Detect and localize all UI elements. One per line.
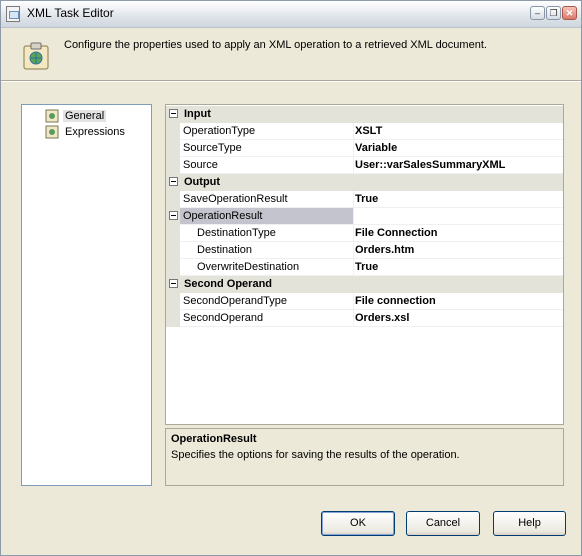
row-gutter bbox=[166, 310, 180, 327]
title-bar[interactable]: XML Task Editor – ❐ ✕ bbox=[1, 1, 581, 28]
row-gutter bbox=[166, 293, 180, 310]
row-gutter bbox=[166, 259, 180, 276]
property-name-cell: SourceType bbox=[180, 140, 354, 156]
property-name: Destination bbox=[197, 244, 253, 256]
property-name: SecondOperand bbox=[183, 312, 264, 324]
collapse-icon[interactable] bbox=[169, 109, 178, 118]
header-separator bbox=[1, 80, 581, 82]
cancel-button[interactable]: Cancel bbox=[406, 511, 480, 536]
property-name-cell: DestinationType bbox=[180, 225, 354, 241]
property-name: SourceType bbox=[183, 142, 242, 154]
xml-task-icon bbox=[23, 42, 49, 70]
property-name: SaveOperationResult bbox=[183, 193, 288, 205]
row-gutter bbox=[166, 191, 180, 208]
maximize-button[interactable]: ❐ bbox=[546, 6, 561, 20]
category-second-operand[interactable]: Second Operand bbox=[166, 276, 563, 293]
property-row-operation-type[interactable]: OperationType XSLT bbox=[166, 123, 563, 140]
property-value[interactable]: File Connection bbox=[355, 227, 438, 239]
ok-button[interactable]: OK bbox=[321, 511, 395, 536]
property-row-second-operand[interactable]: SecondOperand Orders.xsl bbox=[166, 310, 563, 327]
collapse-icon[interactable] bbox=[169, 211, 178, 220]
property-value[interactable]: True bbox=[355, 261, 378, 273]
property-name-cell: OperationType bbox=[180, 123, 354, 139]
category-label: Second Operand bbox=[184, 278, 273, 290]
property-name: OverwriteDestination bbox=[197, 261, 300, 273]
property-grid[interactable]: Input OperationType XSLT SourceType Vari… bbox=[165, 104, 564, 425]
row-gutter bbox=[166, 157, 180, 174]
property-help-panel: OperationResult Specifies the options fo… bbox=[165, 428, 564, 486]
row-gutter bbox=[166, 140, 180, 157]
row-gutter bbox=[166, 242, 180, 259]
row-gutter bbox=[166, 208, 180, 225]
app-icon bbox=[6, 6, 20, 22]
category-input[interactable]: Input bbox=[166, 106, 563, 123]
category-output[interactable]: Output bbox=[166, 174, 563, 191]
property-name: OperationType bbox=[183, 125, 256, 137]
help-title: OperationResult bbox=[171, 433, 257, 445]
property-name: SecondOperandType bbox=[183, 295, 287, 307]
property-row-second-operand-type[interactable]: SecondOperandType File connection bbox=[166, 293, 563, 310]
category-label: Input bbox=[184, 108, 211, 120]
property-value[interactable]: True bbox=[355, 193, 378, 205]
description-text: Configure the properties used to apply a… bbox=[64, 39, 487, 51]
property-name-cell: OverwriteDestination bbox=[180, 259, 354, 275]
row-gutter bbox=[166, 225, 180, 242]
property-value[interactable]: XSLT bbox=[355, 125, 382, 137]
property-name: OperationResult bbox=[183, 210, 263, 222]
property-row-source[interactable]: Source User::varSalesSummaryXML bbox=[166, 157, 563, 174]
collapse-icon[interactable] bbox=[169, 177, 178, 186]
property-page-icon bbox=[45, 109, 59, 123]
tree-item-expressions[interactable]: Expressions bbox=[45, 124, 127, 140]
collapse-icon[interactable] bbox=[169, 279, 178, 288]
property-name-cell: OperationResult bbox=[180, 208, 354, 224]
minimize-button[interactable]: – bbox=[530, 6, 545, 20]
property-name: Source bbox=[183, 159, 218, 171]
page-tree[interactable]: General Expressions bbox=[21, 104, 152, 486]
tree-item-label: General bbox=[63, 110, 107, 122]
tree-item-label: Expressions bbox=[65, 126, 125, 138]
description-panel: Configure the properties used to apply a… bbox=[1, 28, 581, 80]
category-label: Output bbox=[184, 176, 221, 188]
property-name-cell: SecondOperand bbox=[180, 310, 354, 326]
property-row-destination-type[interactable]: DestinationType File Connection bbox=[166, 225, 563, 242]
property-value[interactable]: Orders.xsl bbox=[355, 312, 409, 324]
property-row-operation-result[interactable]: OperationResult bbox=[166, 208, 563, 225]
tree-item-general[interactable]: General bbox=[45, 108, 107, 124]
xml-task-editor-window: XML Task Editor – ❐ ✕ Configure the prop… bbox=[0, 0, 582, 556]
property-value[interactable]: Orders.htm bbox=[355, 244, 414, 256]
property-value[interactable]: User::varSalesSummaryXML bbox=[355, 159, 505, 171]
property-page-icon bbox=[45, 125, 59, 139]
property-name-cell: Source bbox=[180, 157, 354, 173]
property-name-cell: Destination bbox=[180, 242, 354, 258]
property-name-cell: SaveOperationResult bbox=[180, 191, 354, 207]
help-button[interactable]: Help bbox=[493, 511, 566, 536]
property-value[interactable]: File connection bbox=[355, 295, 436, 307]
property-row-save-operation-result[interactable]: SaveOperationResult True bbox=[166, 191, 563, 208]
property-row-destination[interactable]: Destination Orders.htm bbox=[166, 242, 563, 259]
help-text: Specifies the options for saving the res… bbox=[171, 449, 460, 461]
property-row-source-type[interactable]: SourceType Variable bbox=[166, 140, 563, 157]
property-name: DestinationType bbox=[197, 227, 276, 239]
window-title: XML Task Editor bbox=[27, 6, 114, 20]
close-button[interactable]: ✕ bbox=[562, 6, 577, 20]
property-name-cell: SecondOperandType bbox=[180, 293, 354, 309]
property-value[interactable]: Variable bbox=[355, 142, 397, 154]
property-row-overwrite-destination[interactable]: OverwriteDestination True bbox=[166, 259, 563, 276]
row-gutter bbox=[166, 123, 180, 140]
